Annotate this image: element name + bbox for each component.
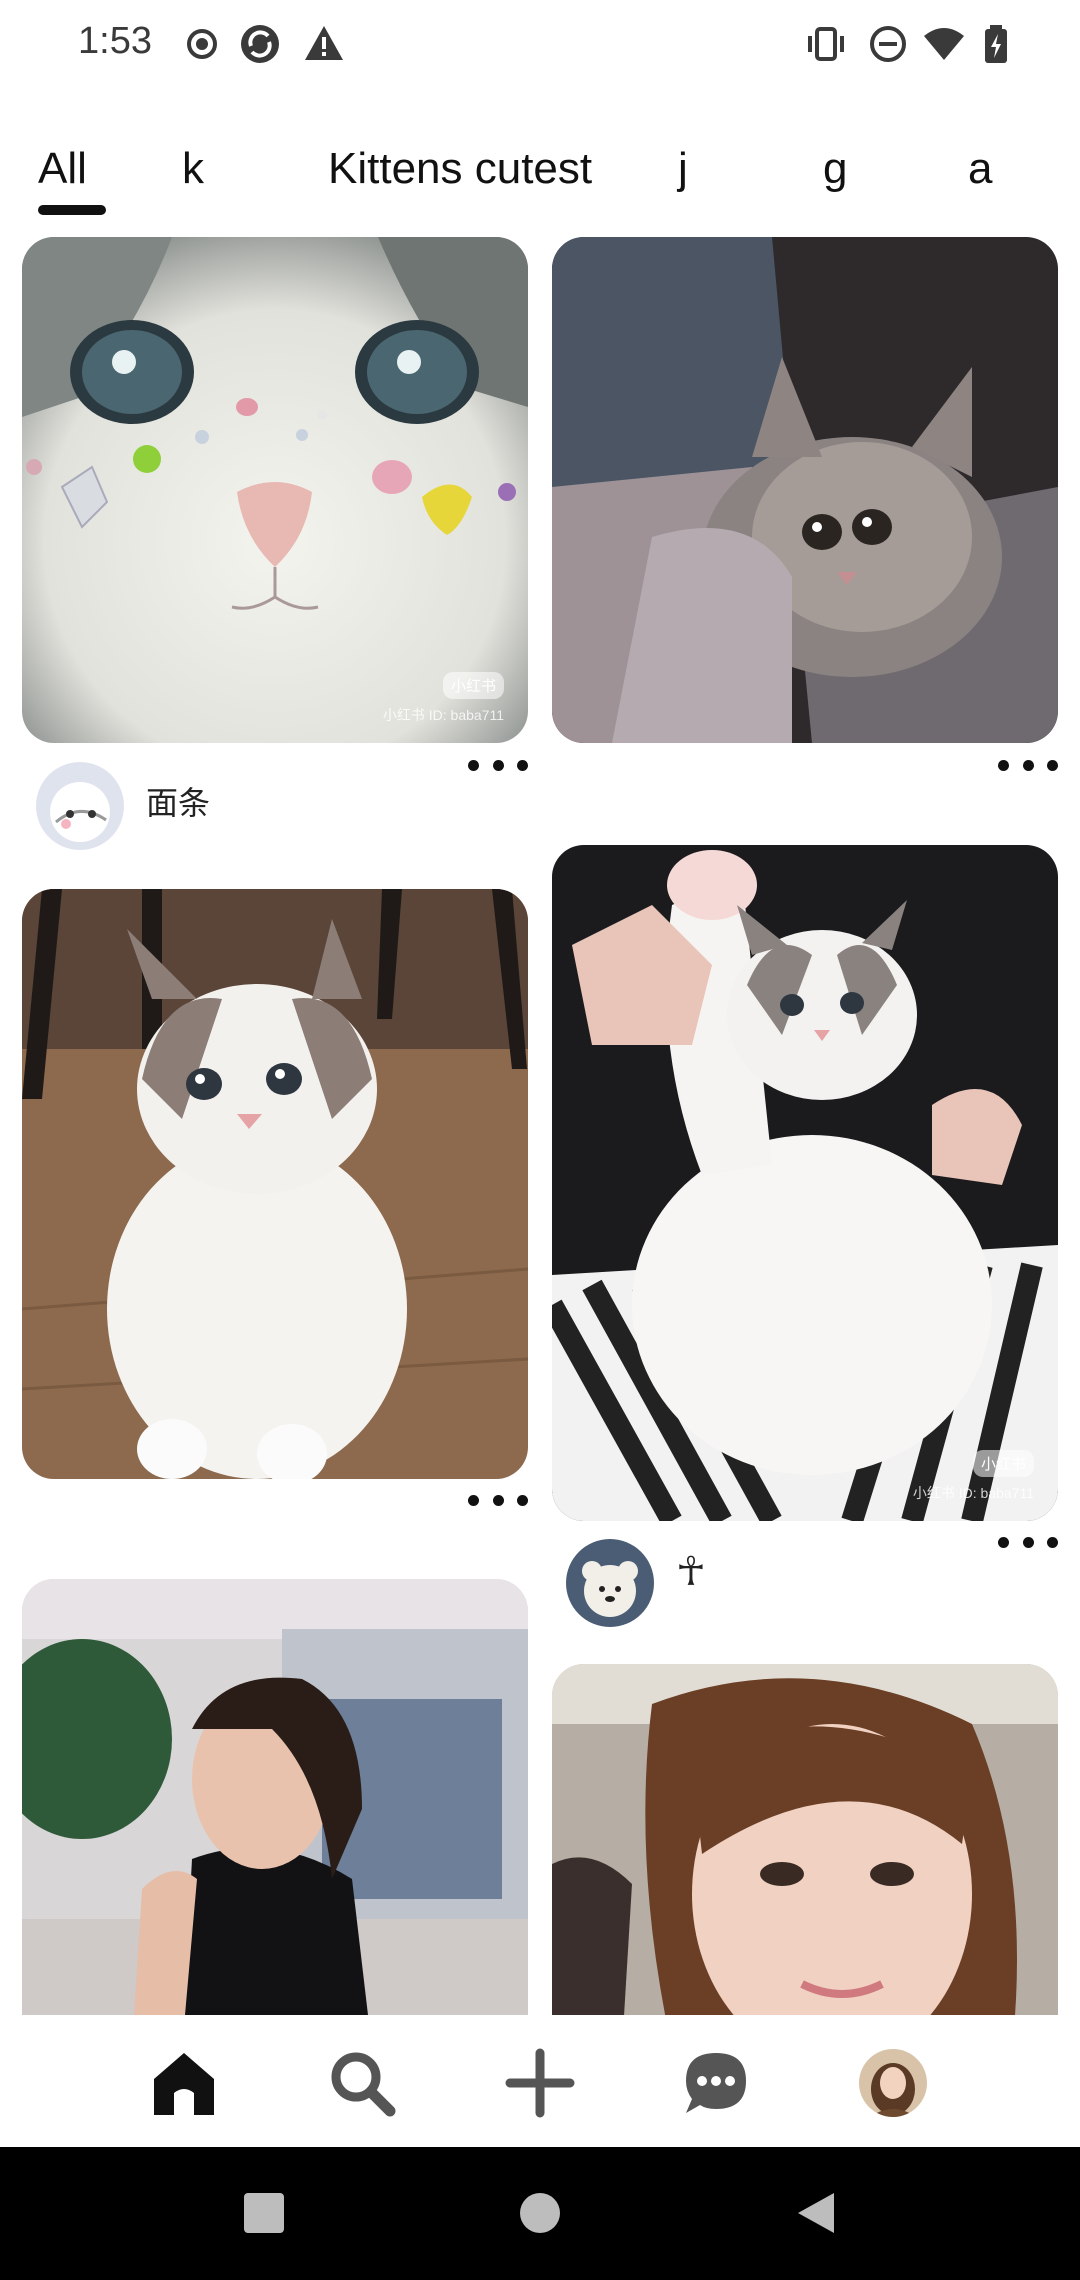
tab-g[interactable]: g: [823, 144, 847, 194]
recents-button[interactable]: [242, 2191, 286, 2235]
watermark-badge: 小红书: [972, 1450, 1034, 1477]
bottom-navigation: [0, 2015, 1080, 2147]
pin-image[interactable]: [22, 889, 528, 1479]
do-not-disturb-icon: [870, 26, 906, 62]
pin-meta: ☥: [552, 1527, 1058, 1627]
board-tabs: All k Kittens cutest j g a: [0, 130, 1080, 220]
woman-selfie-photo: [552, 1664, 1058, 2015]
pin-meta: [22, 1485, 528, 1575]
back-button[interactable]: [794, 2191, 838, 2235]
system-navigation-bar: [0, 2147, 1080, 2280]
tab-a[interactable]: a: [968, 144, 992, 194]
warning-icon: [305, 26, 343, 60]
kitten-gems-photo: [22, 237, 528, 743]
messages-icon[interactable]: [680, 2047, 752, 2119]
status-time: 1:53: [78, 20, 152, 62]
record-icon: [187, 29, 217, 59]
tab-all[interactable]: All: [38, 144, 87, 194]
sync-icon: [241, 25, 279, 63]
pin-image[interactable]: 小红书 小红书 ID: baba711: [22, 237, 528, 743]
profile-avatar[interactable]: [857, 2047, 929, 2119]
pin-image[interactable]: [552, 1664, 1058, 2015]
pin-image[interactable]: [22, 1579, 528, 2015]
avatar[interactable]: [566, 1539, 654, 1627]
more-options-icon[interactable]: [998, 750, 1058, 780]
grey-kitten-photo: [552, 237, 1058, 743]
tab-kittens-cutest[interactable]: Kittens cutest: [328, 144, 592, 194]
woman-dress-photo: [22, 1579, 528, 2015]
more-options-icon[interactable]: [468, 750, 528, 780]
tab-selected-indicator: [38, 205, 106, 215]
pin-meta: 面条: [22, 750, 528, 850]
avatar[interactable]: [36, 762, 124, 850]
battery-icon: [985, 25, 1007, 63]
author-name[interactable]: 面条: [146, 778, 210, 824]
home-icon[interactable]: [148, 2047, 220, 2119]
vibrate-icon: [808, 27, 844, 61]
status-bar: 1:53: [0, 0, 1080, 90]
author-name[interactable]: ☥: [676, 1549, 706, 1595]
home-button[interactable]: [518, 2191, 562, 2235]
tab-j[interactable]: j: [678, 144, 688, 194]
pin-image[interactable]: [552, 237, 1058, 743]
pin-meta: [552, 750, 1058, 840]
pin-feed[interactable]: 小红书 小红书 ID: baba711 面条 小红书 小红书 ID: baba7…: [0, 230, 1080, 2015]
more-options-icon[interactable]: [468, 1485, 528, 1515]
watermark-text: 小红书 ID: baba711: [382, 707, 504, 723]
wifi-icon: [924, 28, 964, 60]
pin-image[interactable]: 小红书 小红书 ID: baba711: [552, 845, 1058, 1521]
ragdoll-floor-photo: [22, 889, 528, 1479]
create-icon[interactable]: [504, 2047, 576, 2119]
tab-k[interactable]: k: [182, 144, 204, 194]
more-options-icon[interactable]: [998, 1527, 1058, 1557]
watermark-badge: 小红书: [442, 672, 504, 699]
ragdoll-lap-photo: [552, 845, 1058, 1521]
search-icon[interactable]: [326, 2047, 398, 2119]
watermark-text: 小红书 ID: baba711: [912, 1485, 1034, 1501]
